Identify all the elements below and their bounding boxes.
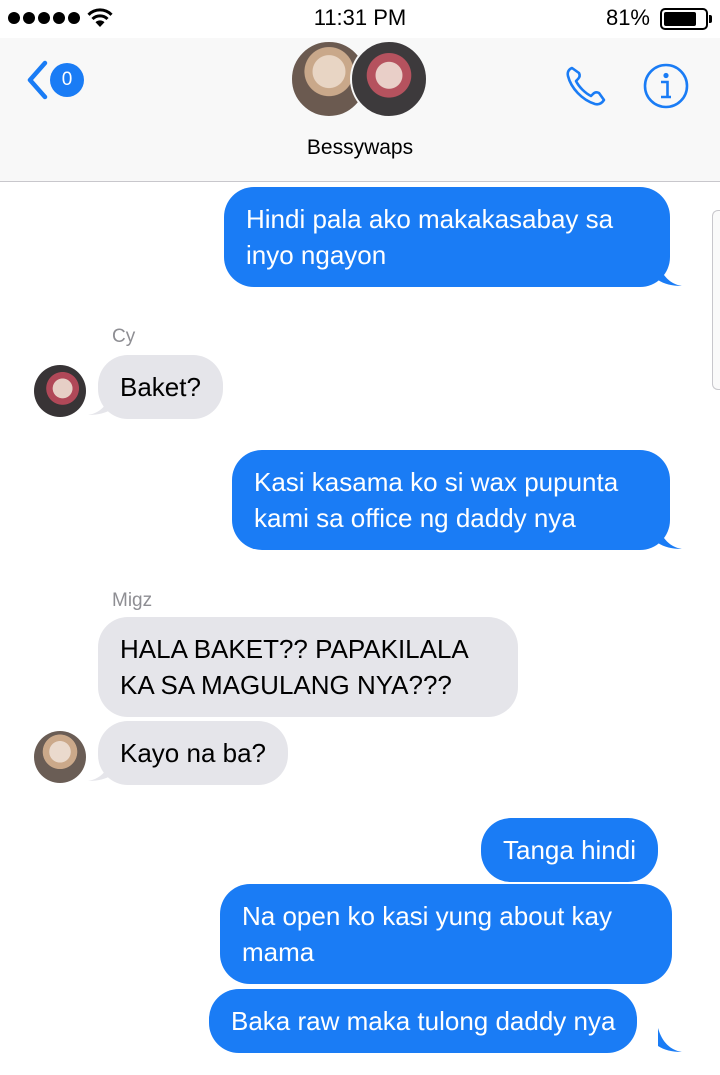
avatar-cy[interactable]	[34, 365, 86, 417]
outgoing-message[interactable]: Tanga hindi	[481, 818, 658, 882]
group-name[interactable]: Bessywaps	[0, 136, 720, 160]
group-avatars[interactable]	[290, 40, 430, 120]
outgoing-message[interactable]: Baka raw maka tulong daddy nya	[209, 989, 638, 1053]
avatar-migz[interactable]	[34, 731, 86, 783]
outgoing-message[interactable]: Kasi kasama ko si wax pupunta kami sa of…	[232, 450, 670, 550]
outgoing-message[interactable]: Na open ko kasi yung about kay mama	[220, 884, 672, 984]
battery-icon	[660, 8, 712, 30]
incoming-message[interactable]: Kayo na ba?	[98, 721, 289, 785]
sender-name: Migz	[112, 590, 153, 611]
scroll-indicator[interactable]	[712, 210, 720, 390]
battery-percent: 81%	[605, 5, 650, 30]
bubble-tail	[88, 757, 112, 781]
chevron-left-icon	[27, 60, 48, 100]
incoming-message[interactable]: Baket?	[98, 355, 223, 419]
outgoing-message[interactable]: Hindi pala ako makakasabay sa inyo ngayo…	[224, 187, 670, 287]
bubble-tail	[88, 391, 112, 415]
sender-name: Cy	[112, 326, 136, 347]
bubble-tail	[658, 525, 682, 549]
battery-fill	[664, 12, 697, 26]
status-bar: 11:31 PM 81%	[0, 0, 720, 38]
bubble-tail	[658, 1028, 682, 1052]
avatar-cy	[350, 40, 428, 118]
bubble-tail	[658, 262, 682, 286]
info-icon[interactable]	[642, 62, 690, 110]
back-button[interactable]: 0	[26, 60, 84, 100]
unread-count-badge: 0	[50, 63, 84, 97]
incoming-message[interactable]: HALA BAKET?? PAPAKILALA KA SA MAGULANG N…	[98, 617, 518, 717]
conversation-header: 0 Bessywaps	[0, 38, 720, 182]
phone-icon[interactable]	[562, 62, 610, 110]
